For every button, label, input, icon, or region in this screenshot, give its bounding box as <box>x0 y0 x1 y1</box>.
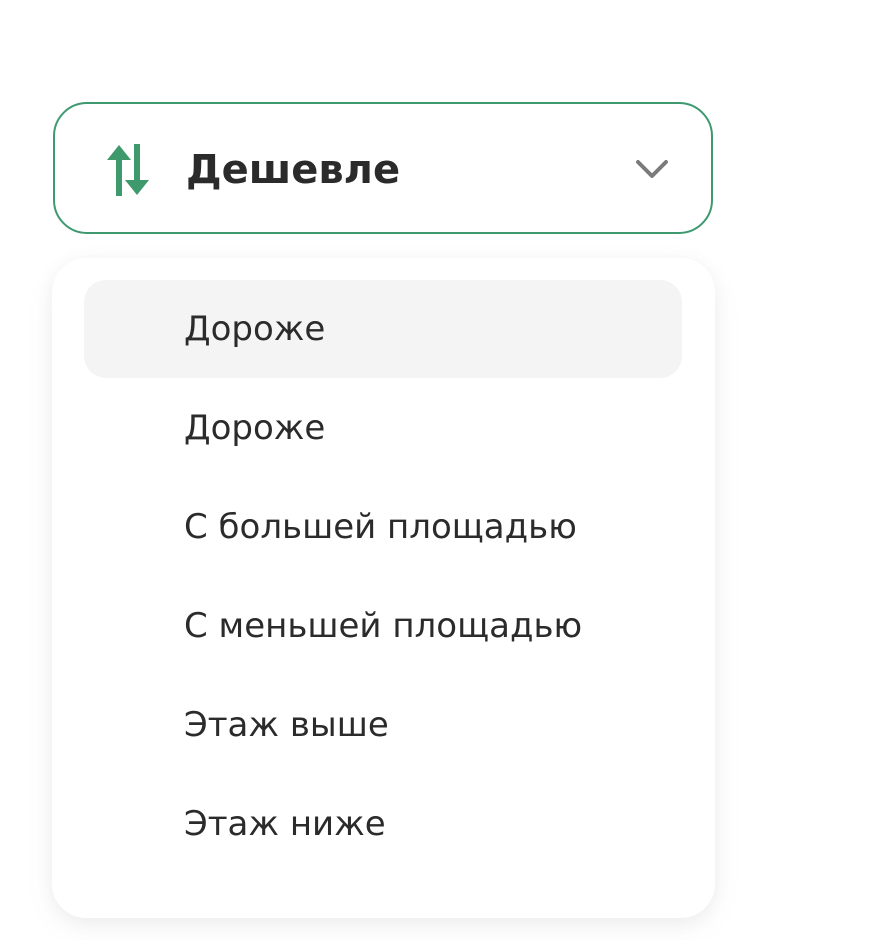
menu-item-label: С меньшей площадью <box>184 606 583 646</box>
menu-item-label: С большей площадью <box>184 507 577 547</box>
menu-item-label: Дороже <box>184 309 326 349</box>
menu-item-label: Дороже <box>184 408 326 448</box>
sort-select[interactable]: Дешевле <box>53 102 713 234</box>
selected-sort-label: Дешевле <box>186 147 401 193</box>
menu-item-label: Этаж ниже <box>184 804 386 844</box>
menu-item-option-6[interactable]: Этаж ниже <box>84 775 682 873</box>
menu-item-option-3[interactable]: С большей площадью <box>84 478 682 576</box>
menu-item-option-4[interactable]: С меньшей площадью <box>84 577 682 675</box>
menu-item-option-5[interactable]: Этаж выше <box>84 676 682 774</box>
sort-arrows-icon <box>103 142 153 198</box>
menu-item-option-1[interactable]: Дороже <box>84 280 682 378</box>
menu-item-option-2[interactable]: Дороже <box>84 379 682 477</box>
sort-dropdown-menu: Дороже Дороже С большей площадью С меньш… <box>52 258 715 918</box>
menu-item-label: Этаж выше <box>184 705 389 745</box>
chevron-down-icon[interactable] <box>635 154 669 184</box>
